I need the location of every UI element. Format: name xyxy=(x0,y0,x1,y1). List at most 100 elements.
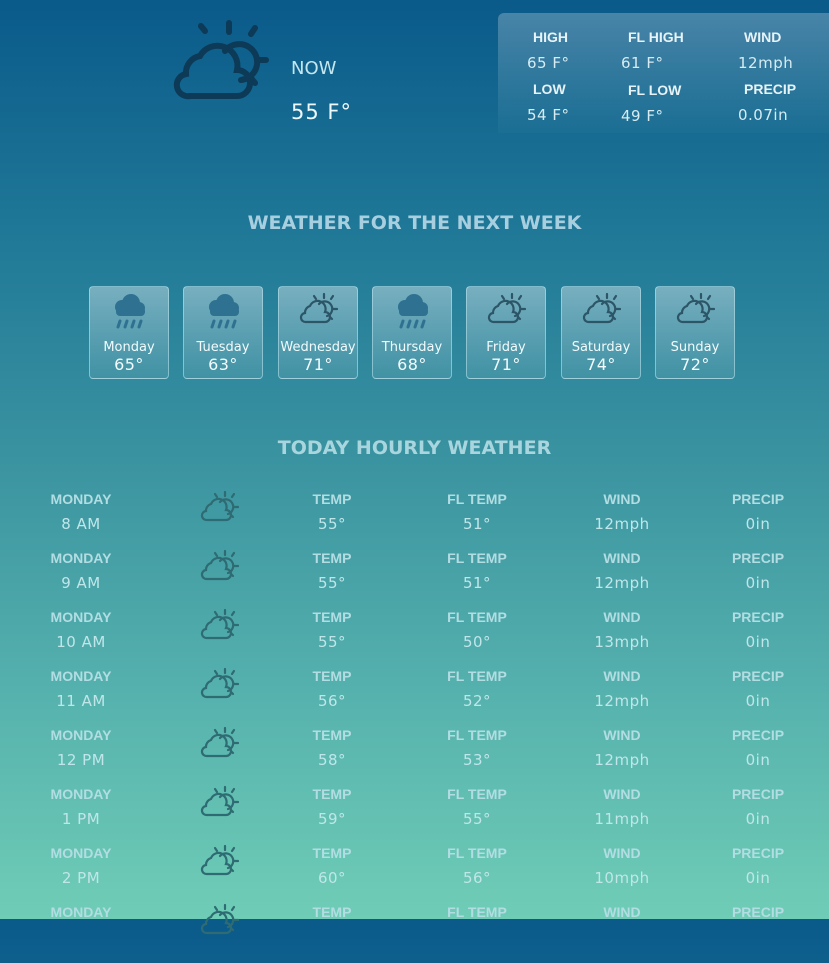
hour-precip-value: 0in xyxy=(745,751,771,769)
hour-feels-like-temp-value: 55° xyxy=(462,810,492,828)
day-card-monday[interactable]: Monday 65° xyxy=(89,286,169,379)
hour-temp-label: TEMP xyxy=(312,668,352,684)
hour-temp-label: TEMP xyxy=(312,491,352,507)
hour-wind-label: WIND xyxy=(603,845,641,861)
hour-feels-like-temp-cell: FL TEMP 55° xyxy=(417,786,537,828)
rain-icon xyxy=(392,291,432,331)
hour-time: 12 PM xyxy=(56,751,106,769)
hour-precip-label: PRECIP xyxy=(731,786,785,802)
hourly-row: MONDAY 11 AM TEMP 56° FL TEMP 52° WIND 12mph PRE… xyxy=(0,666,829,727)
hourly-forecast-title: TODAY HOURLY WEATHER xyxy=(277,437,552,459)
hour-feels-like-temp-label: FL TEMP xyxy=(447,609,507,625)
hour-wind-cell: WIND 13mph xyxy=(562,609,682,651)
day-name: Tuesday xyxy=(196,340,250,355)
hour-day: MONDAY xyxy=(50,786,112,802)
hour-precip-cell: PRECIP 0in xyxy=(698,845,818,887)
day-card-saturday[interactable]: Saturday 74° xyxy=(561,286,641,379)
hour-time: 11 AM xyxy=(56,692,106,710)
hour-wind-label: WIND xyxy=(603,550,641,566)
high-value: 65 F° xyxy=(527,54,570,72)
hour-precip-value: 0in xyxy=(745,633,771,651)
day-name: Wednesday xyxy=(280,340,356,355)
partly-cloudy-icon xyxy=(298,291,339,331)
hour-temp-label: TEMP xyxy=(312,845,352,861)
hour-temp-label: TEMP xyxy=(312,609,352,625)
hourly-row: MONDAY 8 AM TEMP 55° FL TEMP 51° WIND 12mph PREC… xyxy=(0,490,829,550)
day-name: Sunday xyxy=(670,340,720,355)
hour-wind-label: WIND xyxy=(603,727,641,743)
rain-icon xyxy=(109,291,149,331)
hour-wind-cell: WIND 12mph xyxy=(562,491,682,533)
hourly-row: MONDAY 2 PM TEMP 60° FL TEMP 56° WIND 10mph PREC… xyxy=(0,844,829,904)
hour-precip-value: 0in xyxy=(745,574,771,592)
hour-temp-cell: TEMP xyxy=(272,904,392,928)
partly-cloudy-icon xyxy=(199,902,240,936)
hour-precip-label: PRECIP xyxy=(731,727,785,743)
hour-temp-label: TEMP xyxy=(312,904,352,920)
partly-cloudy-icon xyxy=(199,607,240,641)
hour-precip-value: 0in xyxy=(745,515,771,533)
day-name: Saturday xyxy=(571,340,631,355)
hour-temp-cell: TEMP 58° xyxy=(272,727,392,769)
hour-temp-cell: TEMP 55° xyxy=(272,550,392,592)
hour-feels-like-temp-value: 51° xyxy=(462,574,492,592)
hour-day: MONDAY xyxy=(50,668,112,684)
hour-precip-label: PRECIP xyxy=(731,550,785,566)
hour-temp-label: TEMP xyxy=(312,550,352,566)
hourly-row: MONDAY 9 AM TEMP 55° FL TEMP 51° WIND 12mph PREC… xyxy=(0,548,829,609)
day-name: Monday xyxy=(103,340,155,355)
wind-value: 12mph xyxy=(738,54,794,72)
day-temperature: 72° xyxy=(680,355,710,374)
hour-wind-value: 12mph xyxy=(594,692,650,710)
high-label: HIGH xyxy=(533,29,568,45)
hour-wind-value: 13mph xyxy=(594,633,650,651)
hour-feels-like-temp-value: 53° xyxy=(462,751,492,769)
hour-wind-cell: WIND 10mph xyxy=(562,845,682,887)
hour-feels-like-temp-label: FL TEMP xyxy=(447,845,507,861)
precip-label: PRECIP xyxy=(744,81,797,97)
day-card-thursday[interactable]: Thursday 68° xyxy=(372,286,452,379)
hour-time-cell: MONDAY 12 PM xyxy=(21,727,141,769)
partly-cloudy-icon xyxy=(199,666,240,700)
hourly-row: MONDAY 1 PM TEMP 59° FL TEMP 55° WIND 11mph PREC… xyxy=(0,785,829,845)
hour-wind-value: 12mph xyxy=(594,515,650,533)
hour-time-cell: MONDAY 2 PM xyxy=(21,845,141,887)
hour-wind-value: 12mph xyxy=(594,751,650,769)
hour-precip-cell: PRECIP 0in xyxy=(698,609,818,651)
hour-feels-like-temp-value: 50° xyxy=(462,633,492,651)
day-temperature: 71° xyxy=(303,355,333,374)
day-temperature: 71° xyxy=(491,355,521,374)
hourly-row: MONDAY 12 PM TEMP 58° FL TEMP 53° WIND 12mph PRE… xyxy=(0,726,829,786)
hour-time-cell: MONDAY 11 AM xyxy=(21,668,141,710)
hour-temp-value: 55° xyxy=(317,515,347,533)
hour-wind-value: 10mph xyxy=(594,869,650,887)
hour-wind-label: WIND xyxy=(603,786,641,802)
hour-feels-like-temp-cell: FL TEMP 52° xyxy=(417,668,537,710)
partly-cloudy-icon xyxy=(675,291,716,331)
now-label: NOW xyxy=(291,58,337,79)
hour-temp-cell: TEMP 55° xyxy=(272,609,392,651)
partly-cloudy-icon xyxy=(199,548,240,582)
hour-wind-value: 11mph xyxy=(594,810,650,828)
hour-feels-like-temp-label: FL TEMP xyxy=(447,786,507,802)
day-card-friday[interactable]: Friday 71° xyxy=(466,286,546,379)
hour-temp-cell: TEMP 59° xyxy=(272,786,392,828)
hour-day: MONDAY xyxy=(50,904,112,920)
partly-cloudy-icon xyxy=(486,291,527,331)
fl-low-value: 49 F° xyxy=(621,107,664,125)
low-value: 54 F° xyxy=(527,106,570,124)
hour-precip-value: 0in xyxy=(745,692,771,710)
day-card-wednesday[interactable]: Wednesday 71° xyxy=(278,286,358,379)
hour-precip-cell: PRECIP xyxy=(698,904,818,928)
hour-temp-value: 55° xyxy=(317,633,347,651)
hour-precip-label: PRECIP xyxy=(731,491,785,507)
hour-feels-like-temp-cell: FL TEMP 51° xyxy=(417,491,537,533)
day-card-tuesday[interactable]: Tuesday 63° xyxy=(183,286,263,379)
fl-high-label: FL HIGH xyxy=(628,29,684,45)
precip-value: 0.07in xyxy=(738,106,789,124)
day-temperature: 74° xyxy=(586,355,616,374)
day-card-sunday[interactable]: Sunday 72° xyxy=(655,286,735,379)
hour-wind-cell: WIND 12mph xyxy=(562,727,682,769)
hour-feels-like-temp-value: 52° xyxy=(462,692,492,710)
hour-time: 8 AM xyxy=(61,515,101,533)
